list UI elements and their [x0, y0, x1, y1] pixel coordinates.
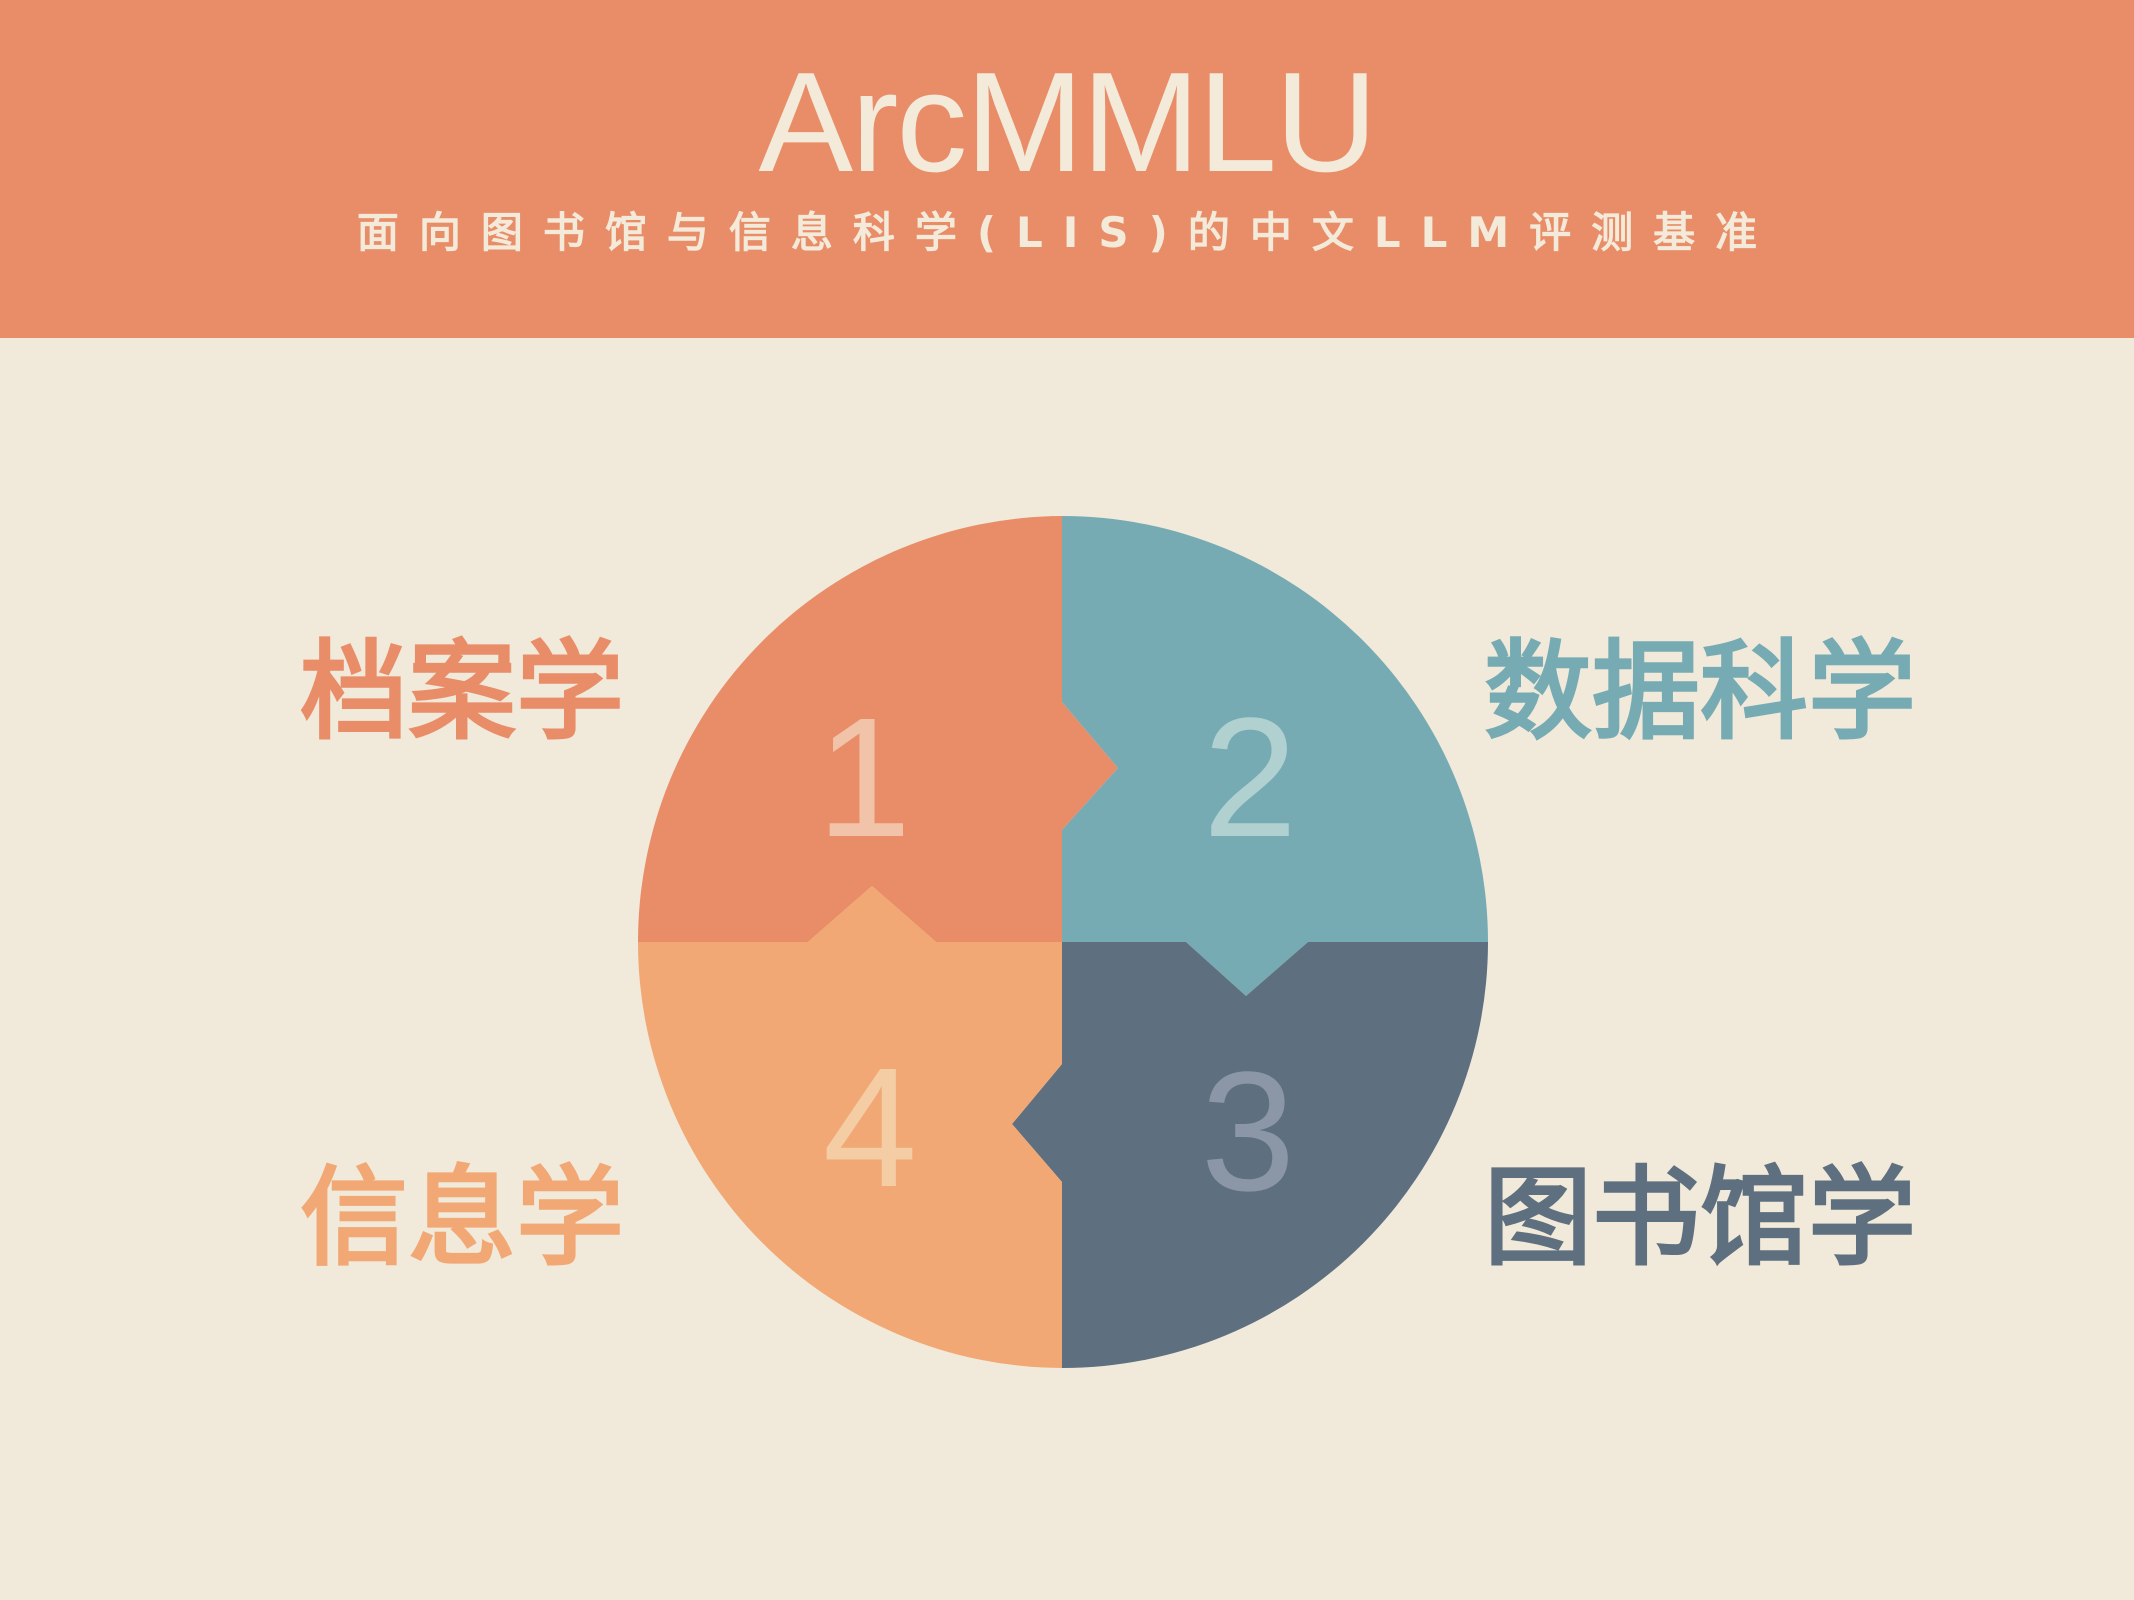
quadrant-4-number: 4: [823, 1033, 918, 1223]
quadrant-2-number: 2: [1203, 683, 1298, 873]
quadrant-4-label: 信息学: [299, 1156, 624, 1281]
quadrant-2-label: 数据科学: [1484, 630, 1917, 755]
cycle-diagram: 1 2 3 4: [638, 516, 1488, 1368]
quadrant-3-label: 图书馆学: [1484, 1156, 1917, 1281]
quadrant-3-number: 3: [1201, 1037, 1296, 1227]
quadrant-1-label: 档案学: [299, 630, 624, 755]
quadrant-1-number: 1: [817, 683, 912, 873]
